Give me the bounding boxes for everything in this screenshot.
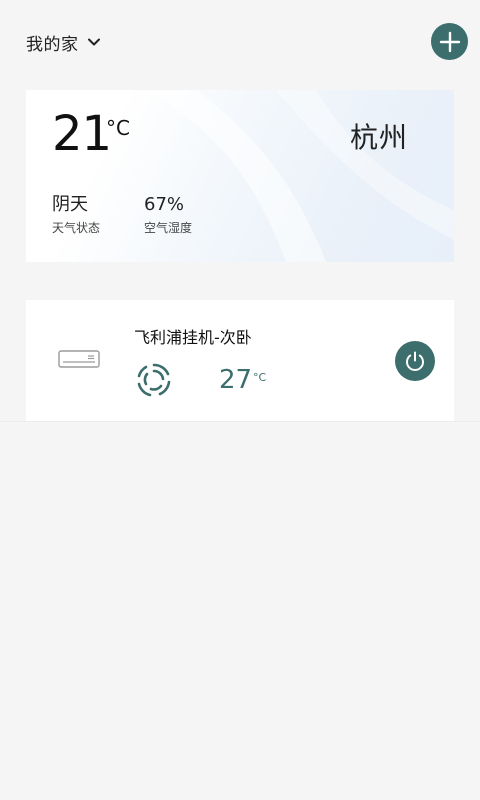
set-temperature: 27 — [219, 365, 253, 395]
content-divider — [0, 421, 480, 422]
set-temperature-unit: °C — [253, 371, 267, 384]
air-humidity-value: 67% — [144, 194, 185, 215]
device-name: 飞利浦挂机-次卧 — [134, 328, 252, 347]
header: 我的家 — [0, 0, 480, 82]
device-card[interactable]: 飞利浦挂机-次卧 27 °C — [26, 300, 454, 422]
power-icon — [406, 351, 424, 371]
air-conditioner-icon — [58, 350, 100, 368]
chevron-down-icon — [87, 38, 100, 46]
add-button[interactable] — [431, 23, 468, 60]
weather-condition-label: 天气状态 — [52, 221, 101, 235]
home-title: 我的家 — [26, 34, 79, 55]
fan-icon — [137, 363, 171, 397]
weather-condition: 阴天 天气状态 — [52, 194, 100, 236]
power-button[interactable] — [395, 341, 435, 381]
city-name: 杭州 — [349, 121, 408, 154]
plus-icon — [439, 31, 460, 52]
temperature-unit: °C — [106, 116, 130, 140]
weather-card[interactable]: 21 °C 杭州 阴天 天气状态 67% 空气湿度 — [26, 90, 454, 262]
air-humidity-label: 空气湿度 — [144, 221, 193, 235]
weather-condition-value: 阴天 — [52, 194, 88, 215]
home-selector[interactable]: 我的家 — [26, 30, 101, 55]
air-humidity: 67% 空气湿度 — [144, 194, 192, 236]
current-temperature: 21 — [52, 106, 112, 162]
